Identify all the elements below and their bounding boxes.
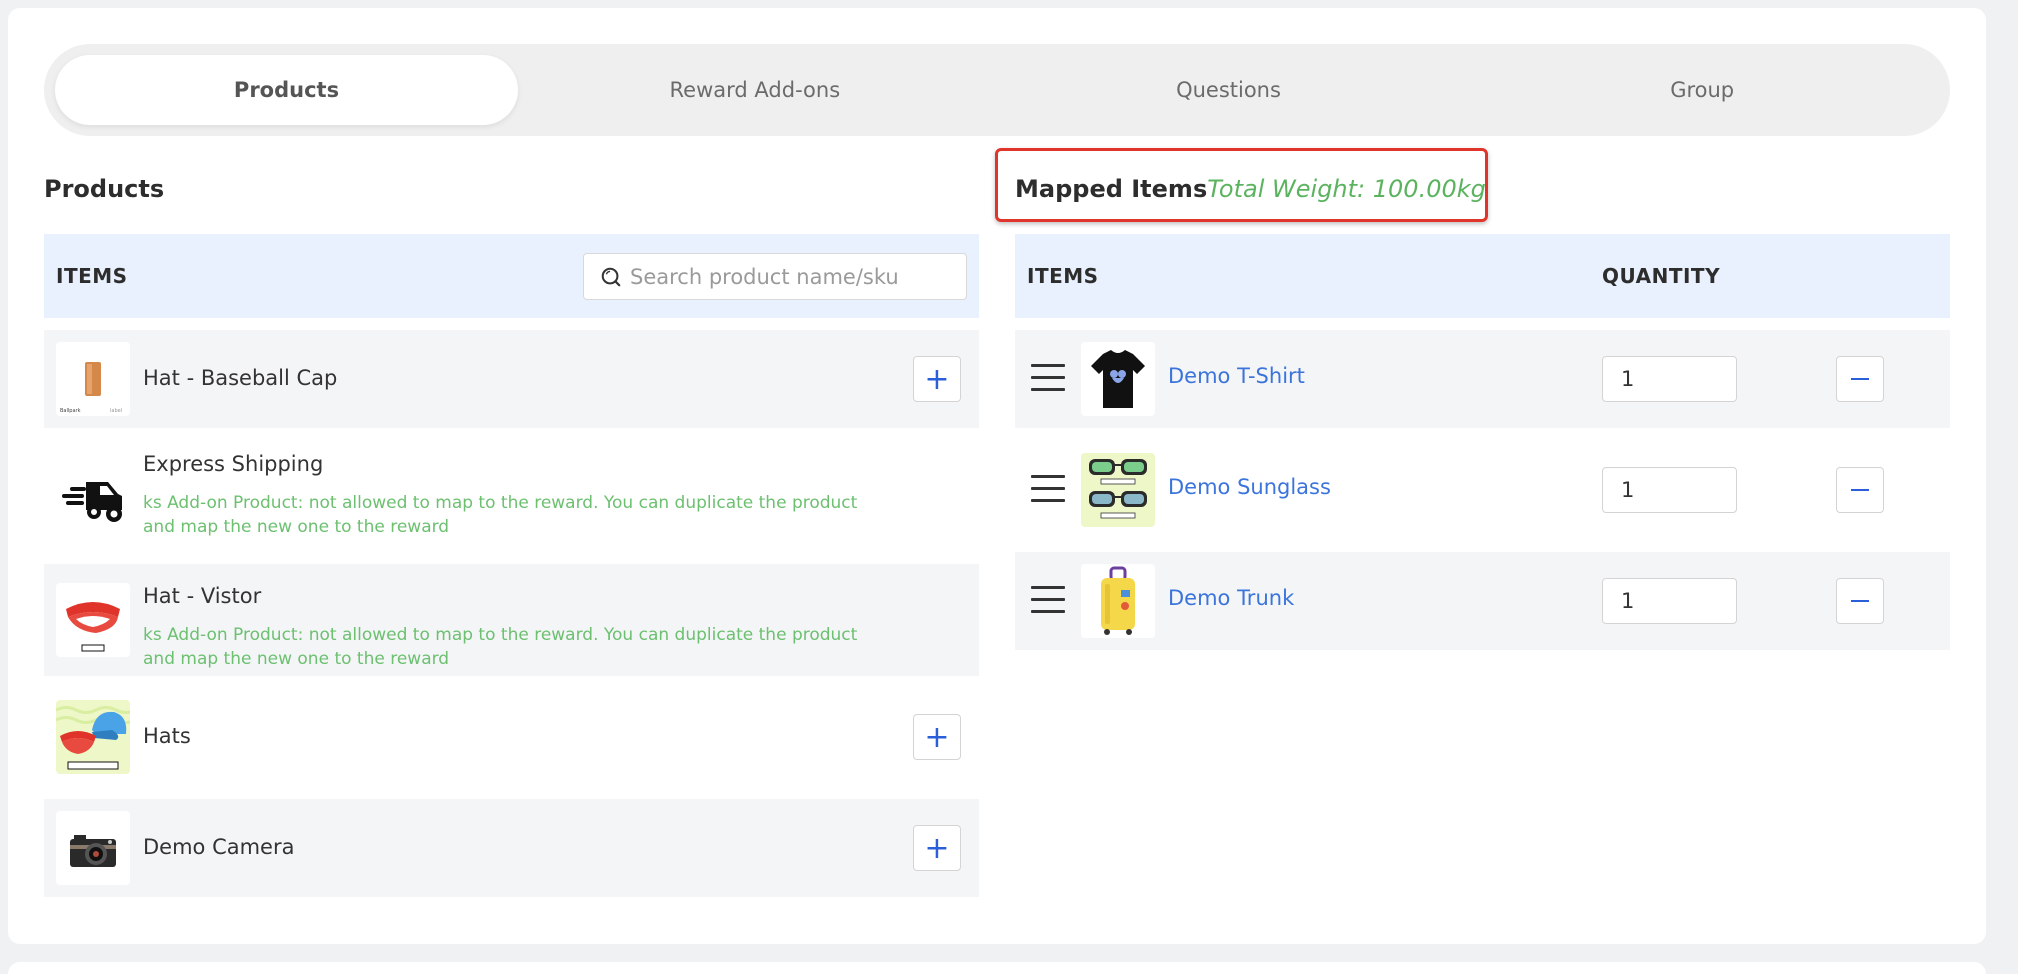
tab-questions[interactable]: Questions	[992, 55, 1466, 125]
quantity-input[interactable]	[1602, 578, 1737, 624]
remove-item-button[interactable]	[1836, 578, 1884, 624]
add-product-button[interactable]: +	[913, 714, 961, 760]
product-name: Hat - Vistor	[143, 584, 262, 608]
items-column-header: ITEMS	[56, 264, 128, 288]
products-title: Products	[44, 175, 165, 203]
products-table-header: ITEMS Search product name/sku	[44, 234, 979, 318]
product-row: Express Shipping ks Add-on Product: not …	[44, 428, 979, 564]
mapped-row: Demo T-Shirt	[1015, 330, 1950, 428]
quantity-input[interactable]	[1602, 467, 1737, 513]
minus-icon	[1851, 489, 1869, 491]
plus-icon: +	[924, 719, 950, 755]
remove-item-button[interactable]	[1836, 356, 1884, 402]
drag-handle-icon[interactable]	[1031, 475, 1065, 503]
addon-warning: ks Add-on Product: not allowed to map to…	[143, 493, 858, 537]
tab-reward-add-ons[interactable]: Reward Add-ons	[518, 55, 992, 125]
tab-bar: Products Reward Add-ons Questions Group	[44, 44, 1950, 136]
search-icon	[601, 267, 621, 287]
minus-icon	[1851, 600, 1869, 602]
product-row: Ballpark label Hat - Baseball Cap +	[44, 330, 979, 428]
items-column-header: ITEMS	[1027, 264, 1099, 288]
mapped-table-header: ITEMS QUANTITY	[1015, 234, 1950, 318]
drag-handle-icon[interactable]	[1031, 364, 1065, 392]
trunk-thumbnail	[1081, 564, 1155, 638]
minus-icon	[1851, 378, 1869, 380]
camera-thumbnail	[56, 811, 130, 885]
mapped-item-link[interactable]: Demo Sunglass	[1168, 475, 1331, 499]
quantity-column-header: QUANTITY	[1602, 264, 1721, 288]
hats-thumbnail	[56, 700, 130, 774]
add-product-button[interactable]: +	[913, 825, 961, 871]
visor-thumbnail	[56, 583, 130, 657]
svg-text:Ballpark: Ballpark	[60, 408, 81, 414]
drag-handle-icon[interactable]	[1031, 586, 1065, 614]
product-row: Hat - Vistor ks Add-on Product: not allo…	[44, 564, 979, 676]
product-name: Demo Camera	[143, 835, 295, 859]
add-product-button[interactable]: +	[913, 356, 961, 402]
tab-group[interactable]: Group	[1465, 55, 1939, 125]
mapped-items-title: Mapped Items Total Weight: 100.00kg	[1015, 175, 1486, 203]
tab-products[interactable]: Products	[55, 55, 518, 125]
mapped-item-link[interactable]: Demo Trunk	[1168, 586, 1294, 610]
mapped-row: Demo Sunglass	[1015, 441, 1950, 539]
product-name: Hats	[143, 724, 191, 748]
tshirt-thumbnail	[1081, 342, 1155, 416]
search-input[interactable]: Search product name/sku	[583, 253, 967, 300]
product-row: Hats +	[44, 688, 979, 786]
mapped-row: Demo Trunk	[1015, 552, 1950, 650]
product-row: Demo Camera +	[44, 799, 979, 897]
secondary-card	[8, 962, 1986, 974]
mapped-items-label: Mapped Items	[1015, 175, 1208, 203]
product-name: Express Shipping	[143, 452, 324, 476]
addon-warning: ks Add-on Product: not allowed to map to…	[143, 625, 858, 669]
svg-text:label: label	[110, 408, 122, 414]
baseball-cap-thumbnail: Ballpark label	[56, 342, 130, 416]
total-weight: Total Weight: 100.00kg	[1207, 175, 1486, 203]
plus-icon: +	[924, 361, 950, 397]
quantity-input[interactable]	[1602, 356, 1737, 402]
product-name: Hat - Baseball Cap	[143, 366, 338, 390]
sunglass-thumbnail	[1081, 453, 1155, 527]
plus-icon: +	[924, 830, 950, 866]
mapped-item-link[interactable]: Demo T-Shirt	[1168, 364, 1305, 388]
remove-item-button[interactable]	[1836, 467, 1884, 513]
search-placeholder: Search product name/sku	[630, 264, 899, 289]
delivery-truck-icon	[56, 460, 130, 534]
